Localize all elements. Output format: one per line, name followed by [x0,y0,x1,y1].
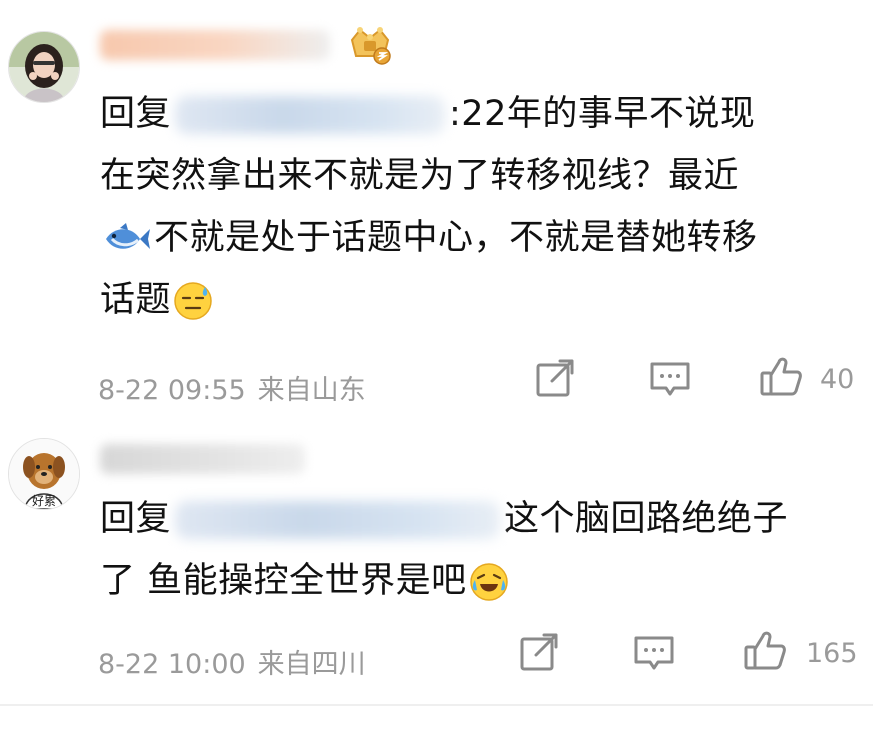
comment-icon[interactable] [648,358,692,402]
comment-icon[interactable] [632,632,676,676]
comment-line: 回复 这个脑回路绝绝子 [100,488,860,550]
sweat-smile-icon [174,282,212,320]
avatar[interactable]: 好累 [8,438,80,510]
comment-location: 来自四川 [257,649,366,680]
comment-line: 回复 :22年的事早不说现 [100,83,860,145]
reply-target-redacted[interactable] [175,96,446,134]
like-count: 165 [806,638,858,669]
avatar[interactable] [8,31,80,103]
comment-line: 话题 [100,269,860,331]
username-redacted[interactable] [100,444,305,474]
username-redacted[interactable] [100,30,330,60]
comment-text-segment: 不就是处于话题中心，不就是替她转移 [154,218,758,258]
comment-body[interactable]: 回复 这个脑回路绝绝子 了 鱼能操控全世界是吧 [100,488,860,612]
laugh-cry-icon [469,563,508,601]
reply-prefix: 回复 [100,499,172,539]
like-icon[interactable] [759,354,803,398]
comment-text-segment: :22年的事早不说现 [449,94,756,134]
comment-body[interactable]: 回复 :22年的事早不说现 在突然拿出来不就是为了转移视线？最近 不就是处于话题中… [100,83,860,331]
comment-line: 不就是处于话题中心，不就是替她转移 [100,207,860,269]
share-icon[interactable] [518,631,562,675]
comment-meta: 8-22 10:00 来自四川 [98,642,366,681]
share-icon[interactable] [534,357,578,401]
comment-line: 了 鱼能操控全世界是吧 [100,550,860,612]
like-count: 40 [820,364,855,395]
fish-icon [106,223,150,249]
divider [0,704,873,706]
comment-location: 来自山东 [257,375,366,406]
comment-meta: 8-22 09:55 来自山东 [98,368,366,407]
comment-text-segment: 话题 [100,280,172,320]
comment-date: 8-22 10:00 [98,649,246,680]
comment-text-segment: 了 鱼能操控全世界是吧 [100,561,467,601]
comment-line: 在突然拿出来不就是为了转移视线？最近 [100,156,740,196]
comment-item: 回复 :22年的事早不说现 在突然拿出来不就是为了转移视线？最近 不就是处于话题中… [0,0,873,420]
comment-date: 8-22 09:55 [98,375,246,406]
like-icon[interactable] [743,628,787,672]
reply-prefix: 回复 [100,94,172,134]
comment-text-segment: 这个脑回路绝绝子 [504,499,789,539]
reply-target-redacted[interactable] [175,501,501,539]
vip-badge-icon [350,27,391,65]
avatar-caption: 好累 [32,494,56,508]
comment-item: 好累 回复 这个脑回路绝绝子 了 鱼能操控全世界是吧 8-22 10:00 来自四川… [0,420,873,731]
